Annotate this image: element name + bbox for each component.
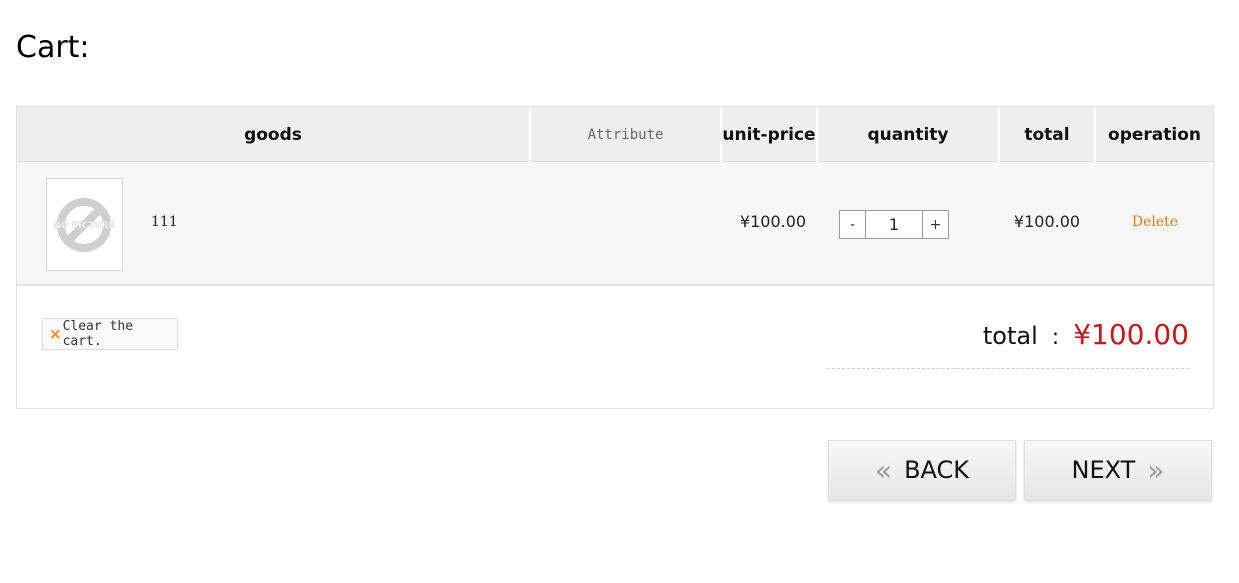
header-goods: goods [17,107,531,162]
product-thumbnail[interactable]: NO PICTURE [46,178,123,271]
increase-quantity-button[interactable]: + [922,211,948,238]
item-name: 111 [151,214,178,230]
grand-total: total : ¥100.00 [983,318,1189,351]
header-operation: operation [1108,124,1201,145]
close-icon: × [49,325,62,343]
table-header: goods Attribute unit-price quantity tota… [17,107,1213,162]
table-row: NO PICTURE 111 ¥100.00 - + ¥100.00 Delet… [17,162,1213,286]
quantity-stepper: - + [839,210,949,239]
header-unit-price: unit-price [722,107,818,162]
no-picture-icon: NO PICTURE [53,198,115,252]
cart-footer: × Clear the cart. total : ¥100.00 [17,288,1213,408]
page-title: Cart: [16,30,90,65]
decrease-quantity-button[interactable]: - [840,211,866,238]
back-button[interactable]: « BACK [828,440,1016,500]
header-attribute: Attribute [531,107,722,162]
grand-total-colon: : [1051,325,1060,350]
clear-cart-label: Clear the cart. [62,319,134,349]
double-chevron-left-icon: « [874,453,893,487]
clear-cart-button[interactable]: × Clear the cart. [42,318,178,350]
back-label: BACK [904,456,970,484]
grand-total-value: ¥100.00 [1073,318,1189,351]
line-total-value: ¥100.00 [1013,212,1081,231]
divider [827,368,1189,369]
next-label: NEXT [1071,456,1136,484]
cart-table: goods Attribute unit-price quantity tota… [16,106,1214,409]
header-quantity: quantity [818,107,1000,162]
grand-total-label: total [982,322,1038,350]
header-total: total [1000,107,1096,162]
double-chevron-right-icon: » [1147,453,1165,487]
no-picture-text: NO PICTURE [53,221,114,231]
next-button[interactable]: NEXT » [1024,440,1212,500]
unit-price-value: ¥100.00 [739,212,807,231]
delete-item-link[interactable]: Delete [1115,214,1195,230]
quantity-input[interactable] [866,211,922,238]
